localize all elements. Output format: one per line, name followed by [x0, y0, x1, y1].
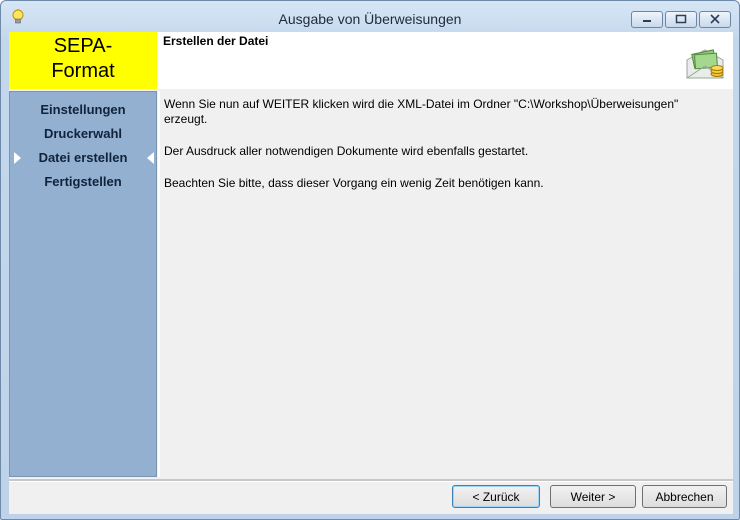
maximize-button[interactable] [665, 11, 697, 28]
title-bar[interactable]: Ausgabe von Überweisungen [1, 1, 739, 31]
sidebar-item-druckerwahl[interactable]: Druckerwahl [10, 126, 156, 141]
sidebar-item-label: Fertigstellen [44, 174, 122, 189]
close-button[interactable] [699, 11, 731, 28]
button-bar-divider [9, 479, 733, 482]
close-icon [710, 14, 720, 24]
wizard-steps-sidebar: Einstellungen Druckerwahl Datei erstelle… [9, 91, 157, 477]
step-header: Erstellen der Datei [157, 32, 733, 89]
dialog-client-area: SEPA- Format Erstellen der Datei Einstel… [9, 32, 733, 514]
window-title: Ausgabe von Überweisungen [278, 11, 462, 27]
next-button[interactable]: Weiter > [550, 485, 636, 508]
info-paragraph: Der Ausdruck aller notwendigen Dokumente… [164, 144, 529, 158]
info-paragraph: Wenn Sie nun auf WEITER klicken wird die… [164, 97, 679, 126]
format-label-line1: SEPA- [53, 35, 113, 57]
info-paragraph: Beachten Sie bitte, dass dieser Vorgang … [164, 176, 544, 190]
current-step-right-arrow-icon [14, 152, 21, 164]
step-title: Erstellen der Datei [163, 34, 269, 48]
minimize-icon [643, 20, 651, 22]
sidebar-item-einstellungen[interactable]: Einstellungen [10, 102, 156, 117]
cancel-button[interactable]: Abbrechen [642, 485, 727, 508]
sidebar-item-fertigstellen[interactable]: Fertigstellen [10, 174, 156, 189]
sepa-format-banner: SEPA- Format [9, 32, 157, 89]
sidebar-item-label: Druckerwahl [43, 126, 123, 141]
sidebar-item-label: Einstellungen [40, 102, 126, 117]
maximize-icon [675, 14, 687, 24]
sidebar-item-datei-erstellen[interactable]: Datei erstellen [10, 150, 156, 165]
format-label-line2: Format [51, 60, 115, 82]
minimize-button[interactable] [631, 11, 663, 28]
dialog-window: Ausgabe von Überweisungen SEPA- Format E… [0, 0, 740, 520]
money-envelope-icon [683, 42, 727, 82]
sidebar-item-label: Datei erstellen [38, 150, 128, 165]
back-button[interactable]: < Zurück [452, 485, 540, 508]
current-step-left-arrow-icon [147, 152, 154, 164]
step-content: Wenn Sie nun auf WEITER klicken wird die… [158, 91, 733, 477]
